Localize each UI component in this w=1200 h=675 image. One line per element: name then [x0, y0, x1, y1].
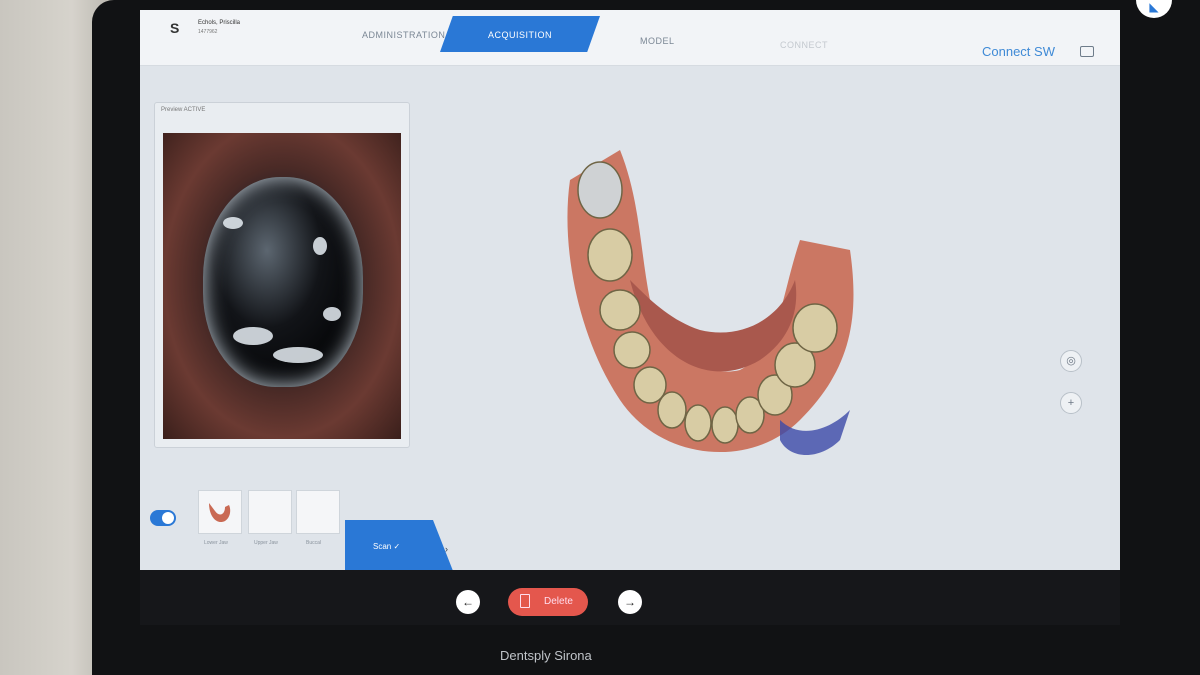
- preview-title: Preview ACTIVE: [161, 107, 206, 113]
- lower-jaw-thumbnail-icon: [209, 503, 231, 523]
- glint: [273, 347, 323, 363]
- tooth: [577, 161, 623, 219]
- live-preview-panel: Preview ACTIVE: [154, 102, 410, 448]
- trash-icon: [520, 594, 530, 608]
- tooth: [684, 404, 712, 442]
- 3d-jaw-model[interactable]: [550, 140, 890, 490]
- scan-label: Scan: [373, 542, 392, 551]
- crown-image: [203, 177, 363, 387]
- patient-name: Echols, Priscilla: [198, 20, 241, 26]
- step-acquisition[interactable]: ACQUISITION: [440, 16, 600, 52]
- check-icon: ✓: [393, 542, 401, 551]
- tooth: [599, 289, 641, 331]
- catalog-thumb-upper-jaw[interactable]: [248, 490, 292, 534]
- scan-mode-toggle[interactable]: [150, 510, 176, 526]
- previous-arrow-button[interactable]: ←: [456, 590, 480, 614]
- catalog-label: Upper Jaw: [254, 540, 278, 546]
- tooth: [657, 391, 687, 429]
- brand-logo: Dentsply Sirona: [500, 648, 592, 663]
- scan-catalog-bar: Lower Jaw Upper Jaw Buccal Scan ✓ ›: [140, 490, 480, 576]
- add-view-icon[interactable]: +: [1060, 392, 1082, 414]
- glint: [313, 237, 327, 255]
- step-administration[interactable]: ADMINISTRATION: [362, 30, 445, 40]
- intraoral-camera-image: [163, 133, 401, 439]
- app-logo-icon: S: [170, 20, 180, 36]
- step-model[interactable]: MODEL: [640, 36, 675, 46]
- catalog-label: Lower Jaw: [204, 540, 228, 546]
- delete-label: Delete: [544, 596, 573, 607]
- tooth: [792, 303, 838, 353]
- step-connect: CONNECT: [780, 40, 828, 50]
- catalog-label: Buccal: [306, 540, 322, 546]
- catalog-thumb-buccal[interactable]: [296, 490, 340, 534]
- glint: [323, 307, 341, 321]
- next-arrow-button[interactable]: →: [618, 590, 642, 614]
- tooth: [613, 331, 651, 369]
- scan-next-arrow-icon[interactable]: ›: [445, 544, 448, 554]
- scan-button[interactable]: Scan ✓: [345, 520, 455, 576]
- target-icon[interactable]: ◎: [1060, 350, 1082, 372]
- tooth: [711, 406, 739, 444]
- glint: [223, 217, 243, 229]
- connect-sw-link[interactable]: Connect SW: [982, 44, 1055, 59]
- bottom-action-bar: ← Delete →: [140, 570, 1120, 625]
- delete-button[interactable]: Delete: [508, 588, 588, 616]
- patient-id: 1477962: [198, 29, 218, 35]
- chat-icon[interactable]: [1080, 46, 1094, 57]
- app-screen: S Echols, Priscilla 1477962 ADMINISTRATI…: [140, 10, 1120, 625]
- tooth: [587, 228, 633, 282]
- top-bar: S Echols, Priscilla 1477962 ADMINISTRATI…: [140, 10, 1120, 66]
- catalog-thumb-lower-jaw[interactable]: [198, 490, 242, 534]
- glint: [233, 327, 273, 345]
